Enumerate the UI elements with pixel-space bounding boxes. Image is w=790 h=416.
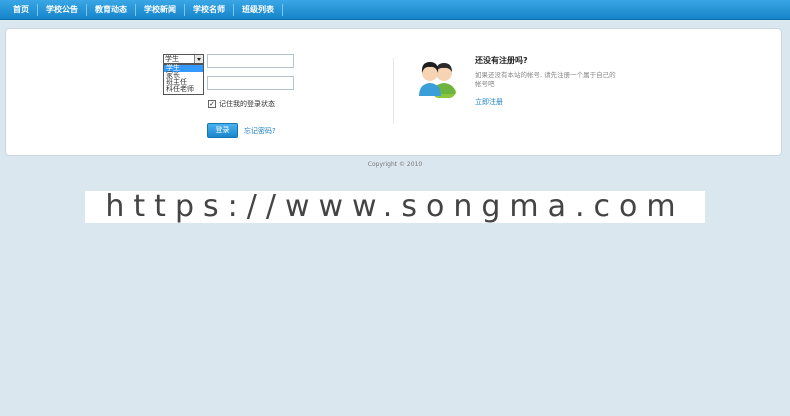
role-dropdown-list: 学生 家长 班主任 科任老师 xyxy=(163,64,204,95)
nav-separator xyxy=(37,4,38,16)
nav-item-teachers[interactable]: 学校名师 xyxy=(186,0,232,20)
username-input[interactable] xyxy=(207,54,294,68)
users-icon xyxy=(419,62,456,98)
remember-me[interactable]: ✓ 记住我的登录状态 xyxy=(208,99,275,109)
nav-item-education-news[interactable]: 教育动态 xyxy=(88,0,134,20)
nav-separator xyxy=(184,4,185,16)
register-description: 如果还没有本站的帐号, 请先注册一个属于自己的帐号吧 xyxy=(475,71,616,88)
remember-checkbox[interactable]: ✓ xyxy=(208,100,216,108)
role-select[interactable]: 学生 xyxy=(163,54,204,64)
nav-item-class-list[interactable]: 班级列表 xyxy=(235,0,281,20)
panel-divider xyxy=(393,58,394,124)
remember-label: 记住我的登录状态 xyxy=(219,100,275,108)
register-link[interactable]: 立即注册 xyxy=(475,97,503,107)
login-button[interactable]: 登录 xyxy=(207,123,238,138)
nav-separator xyxy=(233,4,234,16)
password-input[interactable] xyxy=(207,76,294,90)
role-select-value: 学生 xyxy=(165,55,179,63)
role-option-subject-teacher[interactable]: 科任老师 xyxy=(164,86,203,93)
chevron-down-icon[interactable] xyxy=(194,55,203,63)
register-title: 还没有注册吗? xyxy=(475,56,528,65)
nav-separator xyxy=(282,4,283,16)
top-navbar: 首页 学校公告 教育动态 学校新闻 学校名师 班级列表 xyxy=(0,0,790,20)
copyright: Copyright © 2010 xyxy=(367,161,423,168)
nav-item-announcements[interactable]: 学校公告 xyxy=(39,0,85,20)
nav-item-school-news[interactable]: 学校新闻 xyxy=(137,0,183,20)
nav-item-home[interactable]: 首页 xyxy=(5,0,37,20)
nav-separator xyxy=(86,4,87,16)
watermark-banner: https://www.songma.com xyxy=(85,191,705,223)
forgot-password-link[interactable]: 忘记密码? xyxy=(244,126,276,136)
nav-separator xyxy=(135,4,136,16)
